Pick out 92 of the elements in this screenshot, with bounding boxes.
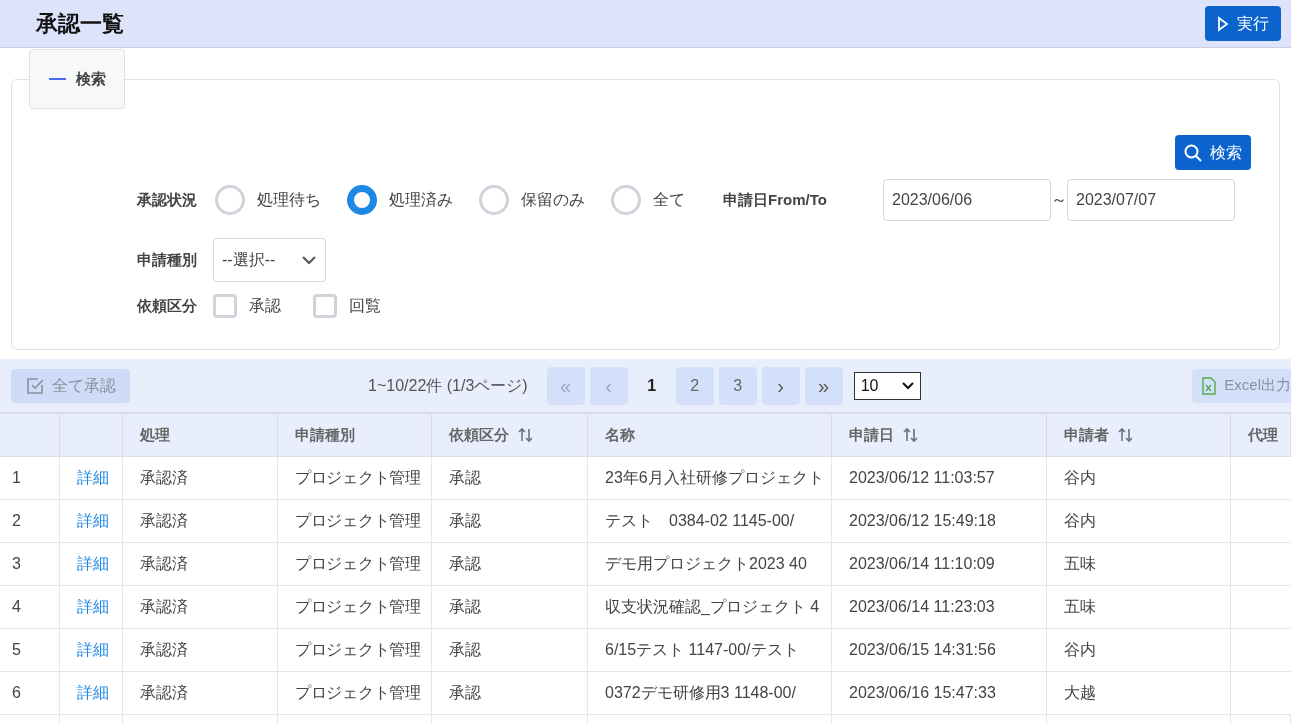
radio-label: 処理待ち [257,190,321,210]
field-label: 申請種別 [137,249,198,270]
search-toggle-tab[interactable]: 検索 [29,49,125,109]
table-cell-text: 2023/06/15 14:31:56 [849,640,996,660]
table-cell-text: 2023/06/12 15:49:18 [849,511,996,531]
play-icon [1217,15,1229,32]
chevron-down-icon [301,255,317,265]
table-cell-text: 承認 [449,597,481,617]
table-cell-text: プロジェクト管理 [295,597,421,617]
table-cell-text: 承認 [449,511,481,531]
table-cell-text: 五味 [1064,597,1096,617]
table-cell-text: プロジェクト管理 [295,640,421,660]
checkbox[interactable] [213,294,237,318]
table-cell-text: プロジェクト管理 [295,683,421,703]
page-button[interactable]: 2 [675,366,714,405]
radio-label: 処理済み [389,190,453,210]
minus-icon [48,78,66,80]
next-page-button[interactable]: › [761,366,800,405]
search-button[interactable]: 検索 [1175,135,1251,170]
radio-button[interactable] [347,185,377,215]
sort-icon[interactable] [517,426,535,444]
table-cell-text: 2023/06/12 11:03:57 [849,468,995,488]
spreadsheet-file-icon [1202,376,1217,395]
detail-link[interactable]: 詳細 [77,509,109,533]
search-icon [1184,143,1202,162]
table-cell-text: 谷内 [1064,468,1096,488]
detail-link[interactable]: 詳細 [77,552,109,576]
table-cell-text: プロジェクト管理 [295,511,421,531]
table-cell-text: 2023/06/16 15:47:33 [849,683,996,703]
table-cell-text: 2023/06/14 11:10:09 [849,554,995,574]
sort-icon[interactable] [1117,426,1135,444]
table-cell-text: 23年6月入社研修プロジェクト [605,468,824,488]
page-size-select[interactable]: 10 [853,371,921,400]
detail-link[interactable]: 詳細 [77,681,109,705]
type-dropdown[interactable]: --選択-- [213,238,326,282]
detail-link[interactable]: 詳細 [77,595,109,619]
table-cell-text: 大越 [1064,683,1096,703]
table-cell-text: 承認済 [140,597,188,617]
table-cell-text: 6/15テスト 1147-00/テスト [605,640,799,660]
field-label: 依頼区分 [137,295,198,316]
detail-link[interactable]: 詳細 [77,466,109,490]
column-header[interactable]: 申請日 [832,414,1047,456]
field-label: 承認状況 [137,189,198,210]
checkbox[interactable] [313,294,337,318]
sort-icon[interactable] [902,426,920,444]
last-page-button[interactable]: » [804,366,843,405]
table-cell-text: 4 [12,597,21,617]
radio-label: 全て [653,190,685,210]
table-cell-text: 承認 [449,683,481,703]
table-cell-text: 3 [12,554,21,574]
table-cell-text: テスト 0384-02 1145-00/ [605,511,795,531]
table-cell-text: 承認済 [140,683,188,703]
column-header: 代理 [1231,414,1291,456]
date-to-field[interactable]: 2023/07/07 [1067,179,1235,221]
date-from-field[interactable]: 2023/06/06 [883,179,1051,221]
column-header[interactable]: 申請者 [1047,414,1231,456]
table-cell-text: 承認済 [140,468,188,488]
column-header: 名称 [588,414,832,456]
table-cell-text: プロジェクト管理 [295,468,421,488]
table-cell-text: 2023/06/14 11:23:03 [849,597,995,617]
table-cell-text: 承認 [449,468,481,488]
radio-label: 保留のみ [521,190,585,210]
table-cell-text: 承認 [449,554,481,574]
table-cell-text: 承認 [449,640,481,660]
run-button[interactable]: 実行 [1205,6,1281,41]
chevron-down-icon [901,381,914,390]
table-cell-text: デモ用プロジェクト2023 40 [605,554,807,574]
table-cell-text: 谷内 [1064,640,1096,660]
range-separator: ～ [1051,190,1067,210]
field-label: 申請日From/To [723,189,828,210]
column-header: 処理 [123,414,278,456]
table-cell-text: 五味 [1064,554,1096,574]
detail-link[interactable]: 詳細 [77,638,109,662]
table-cell-text: 承認済 [140,511,188,531]
table-cell-text: 2 [12,511,21,531]
table-cell-text: 5 [12,640,21,660]
table-cell-text: 収支状況確認_プロジェクト 4 [605,597,820,617]
page-button[interactable]: 3 [718,366,757,405]
table-cell-text: 承認済 [140,640,188,660]
table-cell-text: 6 [12,683,21,703]
table-cell-text: 承認済 [140,554,188,574]
table-cell-text: 0372デモ研修用3 1148-00/ [605,683,796,703]
checkbox-label: 承認 [249,296,281,316]
table-cell-text: 1 [12,468,21,488]
column-header[interactable]: 依頼区分 [432,414,588,456]
column-header: 申請種別 [278,414,432,456]
checkbox-tick-icon [25,376,44,395]
page-summary: 1~10/22件 (1/3ページ) [368,375,528,396]
table-cell-text: プロジェクト管理 [295,554,421,574]
page-title: 承認一覧 [36,10,124,38]
table-cell-text: 谷内 [1064,511,1096,531]
checkbox-label: 回覧 [349,296,381,316]
